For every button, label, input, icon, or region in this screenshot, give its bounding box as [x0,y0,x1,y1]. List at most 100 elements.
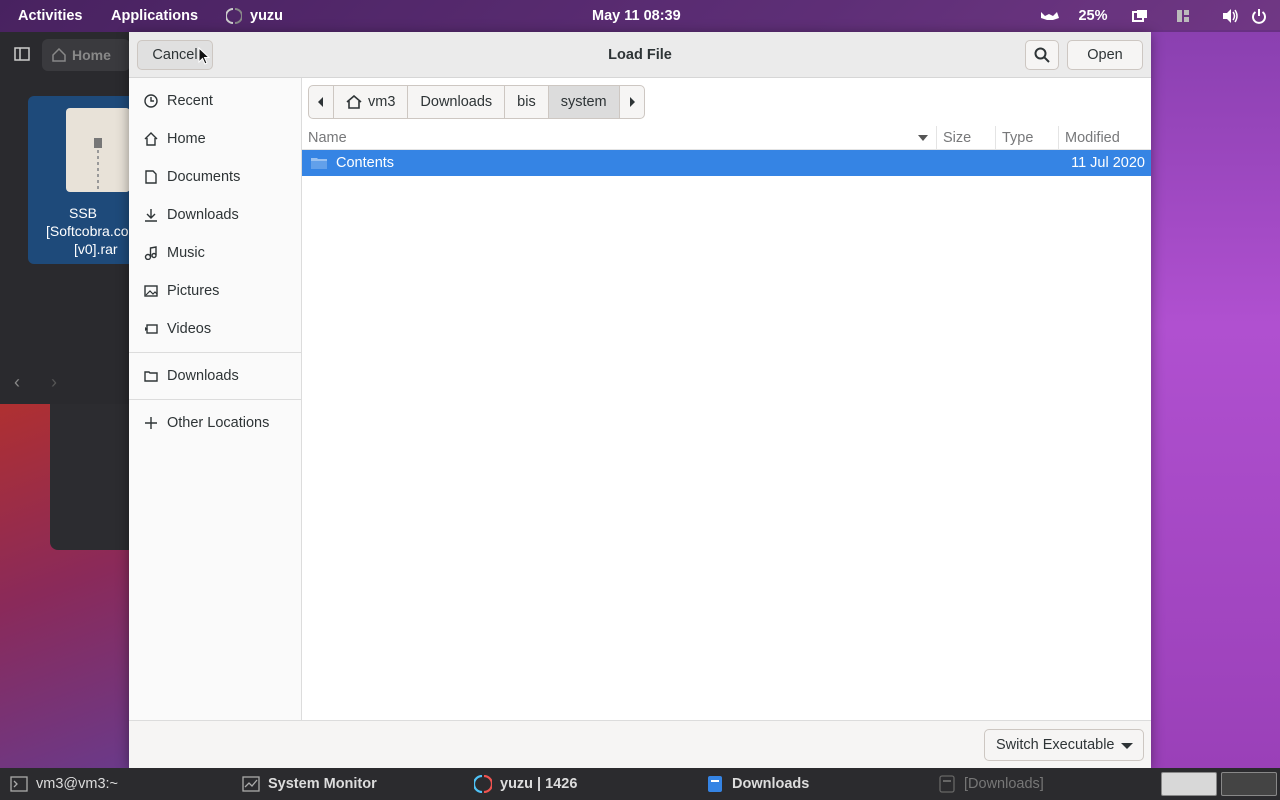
path-scroll-right-button[interactable] [620,86,644,118]
background-home-label: Home [72,47,111,63]
sidebar-toggle-icon[interactable] [14,46,30,64]
sidebar-label: Downloads [167,368,239,384]
terminal-icon [10,775,28,793]
sidebar-label: Music [167,245,205,261]
places-sidebar: Recent Home Documents Downloads Music Pi… [129,78,302,720]
taskbar: vm3@vm3:~ System Monitor yuzu | 1426 Dow… [0,768,1280,800]
column-header-name[interactable]: Name [302,125,937,150]
home-icon [346,95,362,109]
column-header-modified[interactable]: Modified [1059,126,1151,150]
task-label: System Monitor [268,776,377,792]
clock-icon [143,93,159,109]
archive-file-item[interactable]: SSB [Softcobra.co [v0].rar [28,96,138,264]
plus-icon [143,415,159,431]
cat-indicator-icon[interactable] [1036,0,1064,32]
background-home-button[interactable]: Home [42,39,130,71]
task-downloads-minimized[interactable]: [Downloads] [938,768,1044,800]
sidebar-item-videos[interactable]: Videos [129,310,301,348]
system-tray: 25% [1036,0,1280,32]
app-menu[interactable]: yuzu [226,0,283,32]
path-bar: vm3 Downloads bis system [308,85,645,119]
video-icon [143,321,159,337]
path-crumb-system[interactable]: system [548,86,620,118]
sidebar-item-recent[interactable]: Recent [129,82,301,120]
file-filter-dropdown[interactable]: Switch Executable [984,729,1144,761]
layout-icon[interactable] [1170,0,1196,32]
window-switch-icon[interactable] [1120,0,1160,32]
sidebar-label: Home [167,131,206,147]
sidebar-item-other-locations[interactable]: Other Locations [129,404,301,442]
files-icon [706,775,724,793]
sidebar-item-downloads[interactable]: Downloads [129,196,301,234]
yuzu-icon [226,8,242,24]
path-crumb-label: vm3 [368,94,396,110]
archive-name-line-2: [Softcobra.co [46,223,129,239]
path-crumb-downloads[interactable]: Downloads [408,86,506,118]
path-crumb-home[interactable]: vm3 [334,86,409,118]
column-header-label: Name [308,129,347,146]
monitor-icon [242,775,260,793]
archive-icon [66,108,130,192]
yuzu-icon [474,775,492,793]
forward-arrow-icon[interactable]: › [51,372,57,392]
open-button[interactable]: Open [1067,40,1143,70]
sidebar-item-bookmark-downloads[interactable]: Downloads [129,357,301,395]
column-header-size[interactable]: Size [937,125,996,150]
document-icon [143,169,159,185]
search-button[interactable] [1025,40,1059,70]
sidebar-divider [129,399,301,400]
task-downloads[interactable]: Downloads [706,768,809,800]
task-yuzu[interactable]: yuzu | 1426 [474,768,577,800]
file-list: Name Size Type Modified Contents 11 Jul … [302,125,1151,720]
task-system-monitor[interactable]: System Monitor [242,768,377,800]
app-name: yuzu [250,8,284,24]
file-filter-value: Switch Executable [996,737,1115,753]
sidebar-item-home[interactable]: Home [129,120,301,158]
chevron-down-icon [1121,743,1133,749]
sidebar-item-pictures[interactable]: Pictures [129,272,301,310]
sidebar-label: Recent [167,93,213,109]
battery-percent[interactable]: 25% [1068,0,1118,32]
left-arrow-icon [318,97,323,107]
sidebar-label: Videos [167,321,212,337]
sidebar-item-documents[interactable]: Documents [129,158,301,196]
sidebar-label: Other Locations [167,415,270,431]
activities-button[interactable]: Activities [18,0,82,32]
files-icon [938,775,956,793]
file-name: Contents [336,155,395,171]
load-file-dialog: Load File Cancel Open Recent Home Docume… [129,32,1151,768]
sidebar-label: Pictures [167,283,220,299]
column-header-row: Name Size Type Modified [302,125,1151,150]
task-label: yuzu | 1426 [500,776,578,792]
sidebar-item-music[interactable]: Music [129,234,301,272]
archive-name-line-1: SSB [68,205,97,221]
sort-descending-icon [918,134,928,141]
clock[interactable]: May 11 08:39 [592,0,681,32]
column-header-type[interactable]: Type [996,125,1059,150]
task-terminal[interactable]: vm3@vm3:~ [10,768,118,800]
path-crumb-bis[interactable]: bis [505,86,549,118]
picture-icon [143,283,159,299]
file-modified: 11 Jul 2020 [1071,155,1145,171]
home-icon [52,48,66,62]
sidebar-divider [129,352,301,353]
sidebar-label: Downloads [167,207,239,223]
power-icon[interactable] [1244,0,1274,32]
home-icon [143,131,159,147]
back-arrow-icon[interactable]: ‹ [14,372,20,392]
workspace-2[interactable] [1221,772,1277,796]
path-scroll-left-button[interactable] [309,86,334,118]
task-label: [Downloads] [964,776,1044,792]
task-label: vm3@vm3:~ [36,776,119,792]
dialog-footer: Switch Executable [129,720,1151,768]
file-row[interactable]: Contents 11 Jul 2020 [302,150,1151,176]
download-icon [143,207,159,223]
workspace-1[interactable] [1161,772,1217,796]
background-nav: ‹ › [14,372,57,393]
folder-icon [311,158,327,169]
top-bar: Activities Applications yuzu May 11 08:3… [0,0,1280,32]
background-headerbar: Home [0,32,130,78]
dialog-title: Load File [608,47,672,63]
applications-menu[interactable]: Applications [111,0,198,32]
volume-icon[interactable] [1216,0,1244,32]
